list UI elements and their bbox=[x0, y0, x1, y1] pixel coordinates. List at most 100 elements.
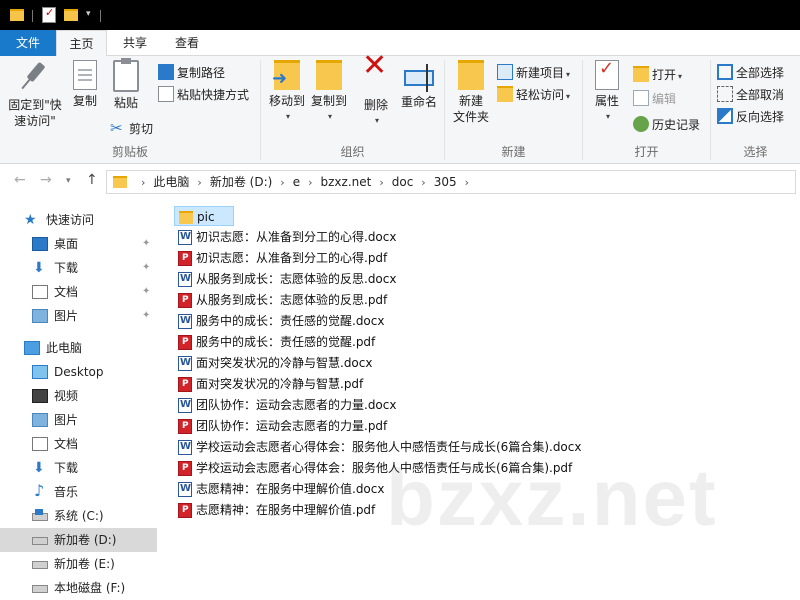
breadcrumb-item[interactable]: bzxz.net bbox=[321, 171, 372, 193]
properties-button[interactable]: 属性 ▾ bbox=[587, 60, 627, 125]
breadcrumb-item[interactable]: 此电脑 bbox=[153, 171, 189, 193]
select-group: 全部选择 全部取消 反向选择 选择 bbox=[711, 56, 800, 164]
forward-arrow-icon[interactable]: → bbox=[40, 172, 52, 188]
easy-access-button[interactable]: 轻松访问 ▾ bbox=[497, 84, 570, 106]
file-name: 从服务到成长：志愿体验的反思.pdf bbox=[196, 293, 388, 307]
computer-icon bbox=[24, 341, 40, 355]
pdf-icon bbox=[178, 332, 192, 352]
select-all-label: 全部选择 bbox=[736, 66, 785, 80]
new-folder-button[interactable]: 新建 文件夹 bbox=[449, 60, 493, 125]
breadcrumb-chevron-icon[interactable]: › bbox=[308, 172, 312, 194]
history-button[interactable]: 历史记录 bbox=[633, 114, 700, 136]
sidebar-item-quick-access[interactable]: 快速访问 bbox=[0, 208, 157, 232]
paste-shortcut-button[interactable]: 粘贴快捷方式 bbox=[158, 84, 249, 106]
word-document-icon bbox=[178, 311, 192, 331]
sidebar-item[interactable]: 视频 bbox=[0, 384, 157, 408]
new-group: 新建 文件夹 新建项目 ▾ 轻松访问 ▾ 新建 bbox=[445, 56, 582, 164]
sidebar-item[interactable]: 桌面 ✦ bbox=[0, 232, 157, 256]
sidebar-item-label: 本地磁盘 (F:) bbox=[54, 581, 126, 595]
sidebar-item[interactable]: 音乐 bbox=[0, 479, 157, 504]
cut-button[interactable]: 剪切 bbox=[110, 117, 154, 140]
breadcrumb-chevron-icon[interactable]: › bbox=[421, 172, 425, 194]
sidebar-item[interactable]: Desktop bbox=[0, 360, 157, 384]
sidebar-item[interactable]: 新加卷 (E:) bbox=[0, 552, 157, 576]
sidebar-item[interactable]: 图片 bbox=[0, 408, 157, 432]
breadcrumb-chevron-icon[interactable]: › bbox=[379, 172, 383, 194]
select-all-button[interactable]: 全部选择 bbox=[717, 62, 784, 84]
copy-button[interactable]: 复制 bbox=[66, 60, 104, 109]
folder-item[interactable]: pic bbox=[174, 206, 234, 226]
pin-label-line1: 固定到"快 bbox=[8, 98, 62, 112]
new-folder-quick-icon[interactable] bbox=[64, 9, 78, 21]
breadcrumb-item[interactable]: 305 bbox=[434, 171, 457, 193]
invert-selection-label: 反向选择 bbox=[736, 110, 785, 124]
copy-to-button[interactable]: 复制到 ▾ bbox=[307, 60, 351, 125]
sidebar-item[interactable]: 系统 (C:) bbox=[0, 504, 157, 528]
drive-icon bbox=[32, 585, 48, 593]
sidebar-item[interactable]: 新加卷 (D:) bbox=[0, 528, 157, 552]
rename-label: 重命名 bbox=[400, 95, 437, 109]
sidebar-item-label: 桌面 bbox=[54, 237, 79, 251]
new-group-label: 新建 bbox=[501, 145, 526, 159]
copy-path-button[interactable]: 复制路径 bbox=[158, 62, 225, 84]
new-item-button[interactable]: 新建项目 ▾ bbox=[497, 62, 570, 84]
back-arrow-icon[interactable]: ← bbox=[14, 172, 26, 188]
tab-share[interactable]: 共享 bbox=[112, 30, 158, 56]
documents-icon bbox=[32, 285, 48, 299]
edit-button[interactable]: 编辑 bbox=[633, 88, 676, 110]
sidebar-item[interactable]: 下载 bbox=[0, 456, 157, 480]
new-folder-label-line1: 新建 bbox=[458, 94, 483, 108]
easy-access-label: 轻松访问 bbox=[516, 88, 565, 102]
sidebar-item[interactable]: 文档 ✦ bbox=[0, 280, 157, 304]
breadcrumb-item[interactable]: e bbox=[293, 171, 300, 193]
select-none-label: 全部取消 bbox=[736, 88, 785, 102]
delete-label: 删除 bbox=[363, 98, 388, 112]
breadcrumb-chevron-icon[interactable]: › bbox=[141, 172, 145, 194]
tab-home[interactable]: 主页 bbox=[56, 30, 107, 57]
tab-view[interactable]: 查看 bbox=[164, 30, 210, 56]
navigation-bar: ← → ▾ ↑ › 此电脑 › 新加卷 (D:) › e › bzxz.net › doc › 305… bbox=[0, 164, 800, 200]
pictures-icon bbox=[32, 309, 48, 323]
invert-selection-button[interactable]: 反向选择 bbox=[717, 106, 784, 128]
cut-label: 剪切 bbox=[129, 122, 154, 136]
watermark: bzxz.net bbox=[386, 453, 718, 542]
sidebar-item-label: 下载 bbox=[54, 261, 79, 275]
breadcrumb-item[interactable]: 新加卷 (D:) bbox=[210, 171, 272, 193]
customize-toolbar-chevron-icon[interactable]: ▾ bbox=[86, 9, 91, 27]
sidebar-item[interactable]: 下载 ✦ bbox=[0, 256, 157, 280]
sidebar-item-label: 视频 bbox=[54, 389, 79, 403]
select-none-button[interactable]: 全部取消 bbox=[717, 84, 784, 106]
history-icon bbox=[633, 116, 649, 132]
sidebar-item[interactable]: 图片 ✦ bbox=[0, 304, 157, 328]
open-group-label: 打开 bbox=[634, 145, 659, 159]
breadcrumb-chevron-icon[interactable]: › bbox=[465, 172, 469, 194]
rename-button[interactable]: 重命名 bbox=[397, 60, 441, 110]
tab-file[interactable]: 文件 bbox=[0, 30, 56, 56]
address-bar[interactable]: › 此电脑 › 新加卷 (D:) › e › bzxz.net › doc › 305 › bbox=[106, 170, 796, 194]
move-to-icon bbox=[272, 60, 300, 90]
sidebar-item[interactable]: 文档 bbox=[0, 432, 157, 456]
move-to-button[interactable]: 移动到 ▾ bbox=[265, 60, 309, 125]
breadcrumb-item[interactable]: doc bbox=[392, 171, 414, 193]
breadcrumb-chevron-icon[interactable]: › bbox=[197, 172, 201, 194]
file-name: pic bbox=[197, 210, 215, 224]
toolbar-separator bbox=[100, 10, 101, 22]
chevron-down-icon: ▾ bbox=[566, 70, 571, 79]
paste-button[interactable]: 粘贴 bbox=[106, 58, 146, 111]
organize-group: 移动到 ▾ 复制到 ▾ 删除 ▾ 重命名 组织 bbox=[261, 56, 444, 164]
sidebar-item[interactable]: 本地磁盘 (F:) bbox=[0, 576, 157, 600]
properties-quick-icon[interactable] bbox=[42, 6, 56, 23]
star-icon bbox=[24, 208, 40, 232]
new-folder-icon bbox=[458, 60, 484, 90]
sidebar-item-label: 图片 bbox=[54, 309, 79, 323]
chevron-down-icon: ▾ bbox=[285, 112, 290, 121]
recent-locations-chevron-icon[interactable]: ▾ bbox=[66, 176, 71, 186]
up-arrow-icon[interactable]: ↑ bbox=[86, 172, 98, 188]
chevron-down-icon: ▾ bbox=[327, 112, 332, 121]
delete-button[interactable]: 删除 ▾ bbox=[357, 58, 395, 129]
chevron-down-icon: ▾ bbox=[678, 72, 683, 81]
breadcrumb-chevron-icon[interactable]: › bbox=[280, 172, 284, 194]
open-button[interactable]: 打开 ▾ bbox=[633, 64, 682, 86]
pin-to-quick-access-button[interactable]: 固定到"快 速访问" bbox=[4, 60, 66, 129]
sidebar-item-this-pc[interactable]: 此电脑 bbox=[0, 336, 157, 360]
